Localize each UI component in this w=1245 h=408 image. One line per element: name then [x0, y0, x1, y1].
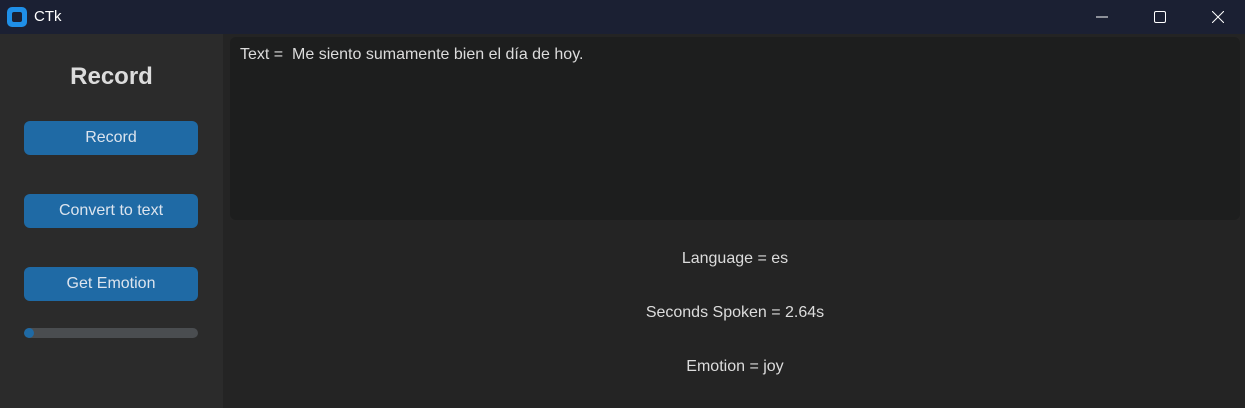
- transcribed-text: Text = Me siento sumamente bien el día d…: [240, 46, 584, 63]
- progress-bar: [24, 328, 198, 338]
- record-button[interactable]: Record: [24, 121, 198, 155]
- close-icon: [1212, 11, 1224, 23]
- app-logo-icon: [7, 7, 27, 27]
- title-bar[interactable]: CTk: [0, 0, 1245, 34]
- emotion-label: Emotion = joy: [686, 358, 784, 375]
- app-window: CTk Record Record Convert to text Get Em…: [0, 0, 1245, 408]
- maximize-icon: [1154, 11, 1166, 23]
- get-emotion-button[interactable]: Get Emotion: [24, 267, 198, 301]
- progress-bar-fill: [24, 328, 35, 338]
- sidebar-title: Record: [70, 63, 153, 90]
- transcription-textbox[interactable]: Text = Me siento sumamente bien el día d…: [230, 37, 1240, 220]
- sidebar: Record Record Convert to text Get Emotio…: [0, 34, 223, 408]
- minimize-button[interactable]: [1079, 0, 1125, 34]
- language-label: Language = es: [681, 250, 789, 267]
- minimize-icon: [1096, 16, 1108, 18]
- window-title: CTk: [34, 8, 62, 25]
- maximize-button[interactable]: [1137, 0, 1183, 34]
- close-button[interactable]: [1195, 0, 1241, 34]
- seconds-spoken-label: Seconds Spoken = 2.64s: [645, 304, 825, 321]
- convert-to-text-button[interactable]: Convert to text: [24, 194, 198, 228]
